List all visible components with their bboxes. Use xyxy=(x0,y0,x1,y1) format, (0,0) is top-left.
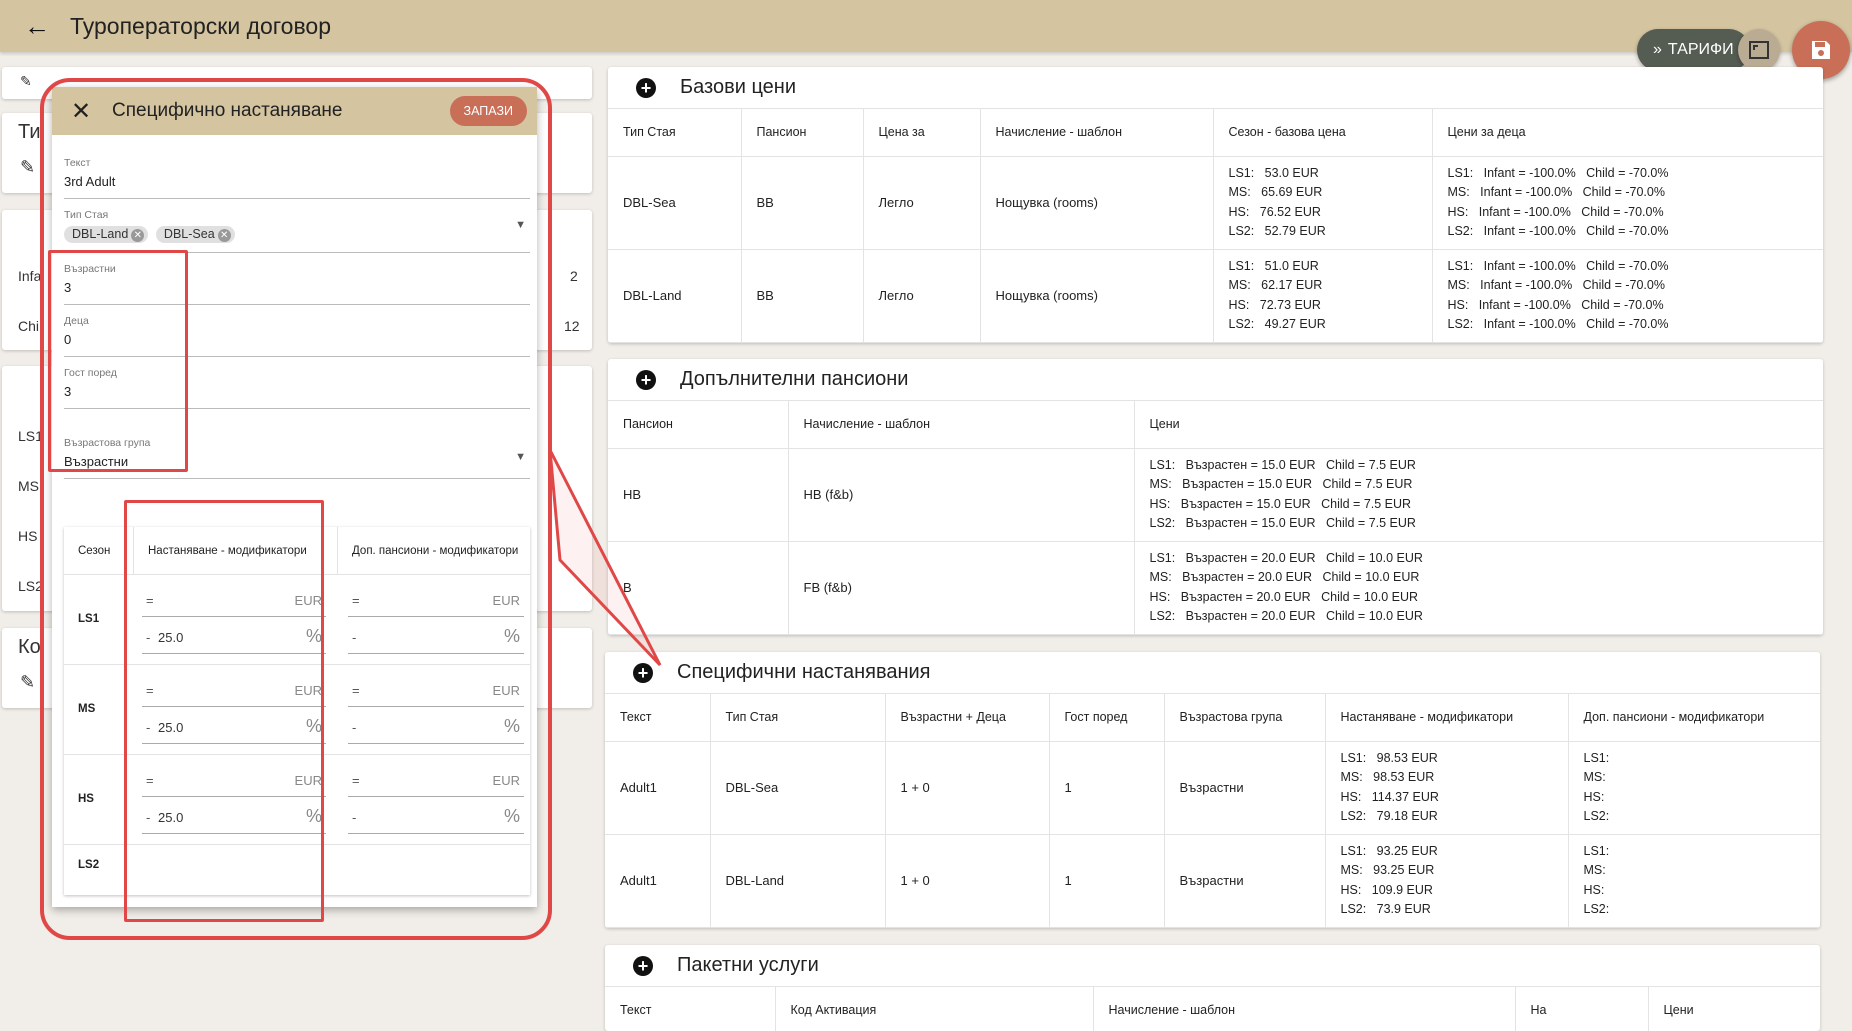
highlight-modifiers xyxy=(124,500,324,922)
highlight-adults-children xyxy=(48,250,188,472)
callout-arrow-shape xyxy=(548,449,662,667)
